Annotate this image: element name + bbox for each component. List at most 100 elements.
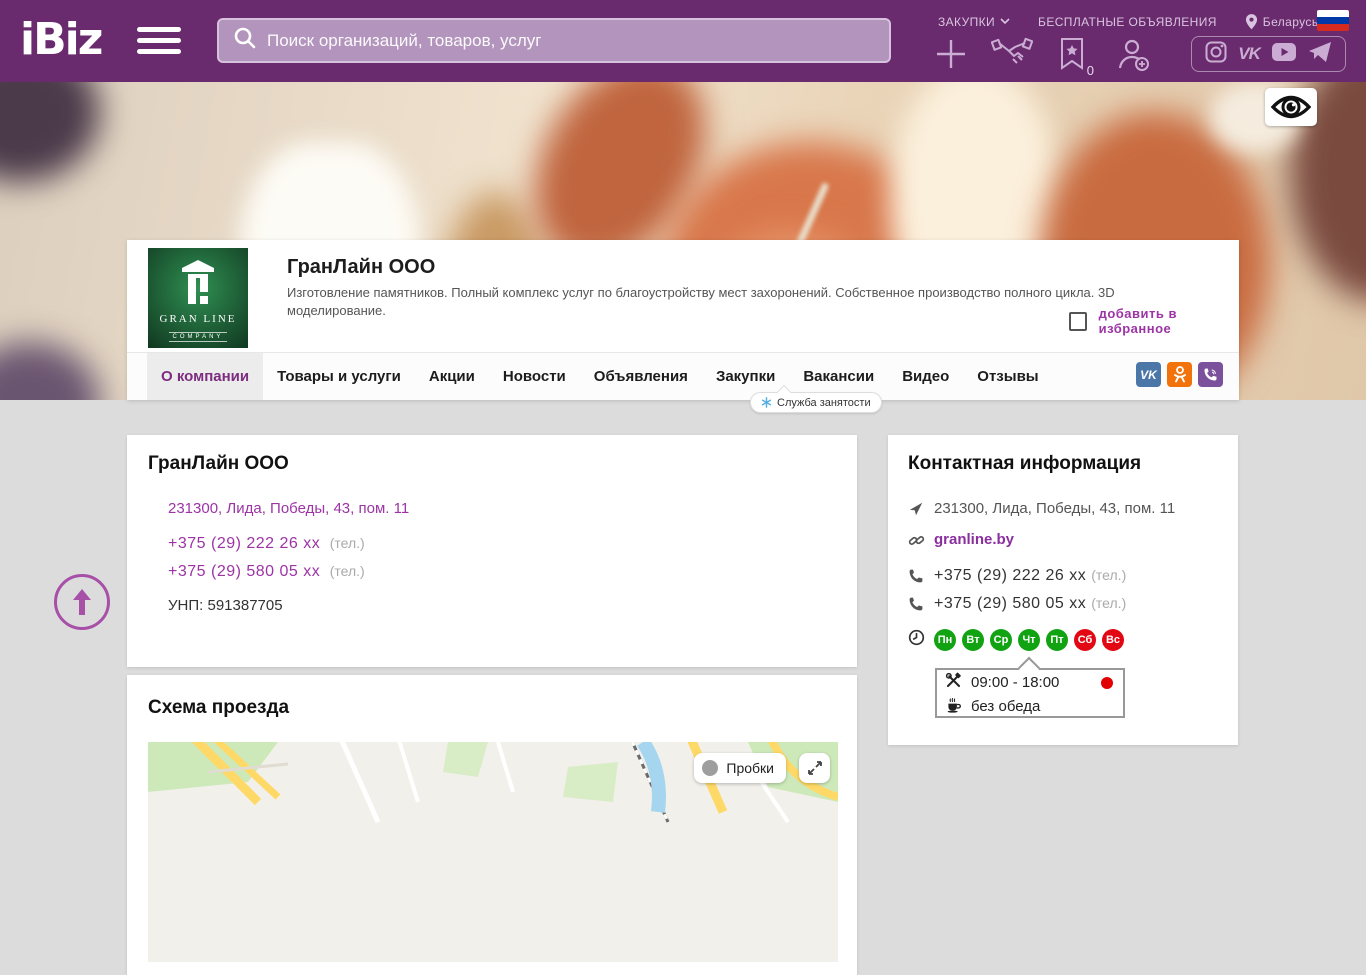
phone-value[interactable]: +375 (29) 222 26 xx xyxy=(934,567,1086,585)
day-badge-thu[interactable]: Чт xyxy=(1018,628,1040,651)
handshake-icon[interactable] xyxy=(990,37,1034,76)
logo-text-granline: GRAN LINE xyxy=(159,313,237,325)
phone-icon xyxy=(908,567,934,589)
expand-icon xyxy=(807,761,822,775)
closed-now-indicator xyxy=(1101,677,1113,689)
location-pin-icon xyxy=(1245,14,1257,30)
schedule-lunch: без обеда xyxy=(971,697,1041,715)
viber-icon[interactable] xyxy=(1198,362,1223,387)
tab-about[interactable]: О компании xyxy=(147,353,264,400)
schedule-tooltip: 09:00 - 18:00 без обеда xyxy=(935,656,1125,718)
country-selector[interactable]: Беларусь xyxy=(1245,13,1319,30)
company-tabbar: О компании Товары и услуги Акции Новости… xyxy=(127,352,1239,400)
working-days-row: Пн Вт Ср Чт Пт Сб Вс xyxy=(908,628,1130,651)
search-input[interactable] xyxy=(267,30,847,51)
vk-icon[interactable]: VK xyxy=(1136,362,1161,387)
vacancies-tooltip: Служба занятости xyxy=(750,384,882,413)
phone-icon xyxy=(908,595,934,617)
phone-row: +375 (29) 580 05 xx (тел.) xyxy=(168,563,365,581)
header-action-icons: 0 xyxy=(933,36,1173,78)
company-logo[interactable]: GRAN LINE COMPANY xyxy=(148,248,248,348)
about-title: ГранЛайн ООО xyxy=(148,453,289,474)
map-canvas[interactable]: Пробки xyxy=(148,742,838,962)
work-tools-icon xyxy=(945,672,971,693)
favorite-checkbox[interactable] xyxy=(1069,311,1087,331)
schedule-hours: 09:00 - 18:00 xyxy=(971,673,1060,691)
day-badge-sat[interactable]: Сб xyxy=(1074,628,1096,651)
tab-news[interactable]: Новости xyxy=(489,353,580,400)
add-to-favorites[interactable]: добавить в избранное xyxy=(1069,306,1239,336)
company-description: Изготовление памятников. Полный комплекс… xyxy=(287,285,1115,318)
day-badge-fri[interactable]: Пт xyxy=(1046,628,1068,651)
odnoklassniki-icon[interactable] xyxy=(1167,362,1192,387)
language-flag-ru[interactable] xyxy=(1317,10,1349,31)
schedule-hours-row: 09:00 - 18:00 xyxy=(937,670,1123,694)
tab-products[interactable]: Товары и услуги xyxy=(263,353,415,400)
traffic-toggle-button[interactable]: Пробки xyxy=(694,753,786,783)
day-badge-sun[interactable]: Вс xyxy=(1102,628,1124,651)
company-address-link[interactable]: 231300, Лида, Победы, 43, пом. 11 xyxy=(168,500,409,517)
contact-website-row: granline.by xyxy=(908,531,1014,553)
company-header-card: GRAN LINE COMPANY ГранЛайн ООО Изготовле… xyxy=(127,240,1239,400)
favorite-label: добавить в избранное xyxy=(1098,306,1177,336)
granline-monument-icon xyxy=(148,258,248,311)
contact-info-card: Контактная информация 231300, Лида, Побе… xyxy=(888,435,1238,745)
add-plus-icon[interactable] xyxy=(933,36,969,77)
logo-text-company: COMPANY xyxy=(168,332,228,342)
about-company-card: ГранЛайн ООО 231300, Лида, Победы, 43, п… xyxy=(127,435,857,667)
youtube-icon[interactable] xyxy=(1271,42,1297,67)
clock-icon xyxy=(908,628,934,651)
scroll-to-top-button[interactable] xyxy=(54,574,110,630)
phone-note: (тел.) xyxy=(1091,595,1127,611)
day-badge-tue[interactable]: Вт xyxy=(962,628,984,651)
day-badge-mon[interactable]: Пн xyxy=(934,628,956,651)
phone-row: +375 (29) 222 26 xx (тел.) xyxy=(168,535,365,553)
navigation-arrow-icon xyxy=(908,500,934,521)
phone-link[interactable]: +375 (29) 580 05 xx xyxy=(168,563,320,580)
accessibility-eye-button[interactable] xyxy=(1265,88,1317,126)
user-account-icon[interactable] xyxy=(1115,36,1151,77)
tab-reviews[interactable]: Отзывы xyxy=(963,353,1052,400)
map-fullscreen-button[interactable] xyxy=(799,753,830,783)
chevron-down-icon xyxy=(1000,18,1010,25)
driving-directions-card: Схема проезда Пробки xyxy=(127,675,857,975)
company-name: ГранЛайн ООО xyxy=(287,256,436,278)
tab-ads[interactable]: Объявления xyxy=(580,353,702,400)
phone-link[interactable]: +375 (29) 222 26 xx xyxy=(168,535,320,552)
coffee-cup-icon xyxy=(945,696,971,717)
company-unp: УНП: 591387705 xyxy=(168,597,283,614)
site-logo[interactable]: iBiz xyxy=(20,14,103,65)
link-icon xyxy=(908,531,934,553)
employment-service-icon xyxy=(761,397,772,408)
header-social-links: VK xyxy=(1191,36,1346,72)
search-icon xyxy=(233,26,257,55)
day-badge-wed[interactable]: Ср xyxy=(990,628,1012,651)
menu-zakupki[interactable]: ЗАКУПКИ xyxy=(938,15,1010,29)
traffic-status-icon xyxy=(702,760,719,776)
phone-note: (тел.) xyxy=(329,535,365,551)
search-bar xyxy=(217,18,891,63)
map-title: Схема проезда xyxy=(148,697,290,718)
contact-address-row: 231300, Лида, Победы, 43, пом. 11 xyxy=(908,500,1175,521)
eye-icon xyxy=(1271,95,1311,119)
contact-phone-row: +375 (29) 580 05 xx (тел.) xyxy=(908,595,1126,617)
website-link[interactable]: granline.by xyxy=(934,531,1014,548)
traffic-button-label: Пробки xyxy=(726,760,774,776)
top-header: iBiz ЗАКУПКИ БЕСПЛАТНЫЕ ОБЪЯВЛЕНИЯ Белар… xyxy=(0,0,1366,82)
phone-value[interactable]: +375 (29) 580 05 xx xyxy=(934,595,1086,613)
favorites-bookmark-icon[interactable]: 0 xyxy=(1059,37,1094,78)
menu-free-ads[interactable]: БЕСПЛАТНЫЕ ОБЪЯВЛЕНИЯ xyxy=(1038,15,1217,29)
phone-note: (тел.) xyxy=(329,563,365,579)
contact-phone-row: +375 (29) 222 26 xx (тел.) xyxy=(908,567,1126,589)
vk-icon[interactable]: VK xyxy=(1238,44,1261,64)
arrow-up-icon xyxy=(73,589,91,615)
tab-promotions[interactable]: Акции xyxy=(415,353,489,400)
instagram-icon[interactable] xyxy=(1205,41,1227,68)
header-links: ЗАКУПКИ БЕСПЛАТНЫЕ ОБЪЯВЛЕНИЯ Беларусь xyxy=(938,13,1318,30)
hamburger-menu-icon[interactable] xyxy=(137,27,181,57)
tab-video[interactable]: Видео xyxy=(888,353,963,400)
company-social-icons: VK xyxy=(1136,362,1223,387)
schedule-lunch-row: без обеда xyxy=(937,694,1123,718)
telegram-icon[interactable] xyxy=(1308,41,1332,68)
vacancies-tooltip-label: Служба занятости xyxy=(777,396,871,409)
